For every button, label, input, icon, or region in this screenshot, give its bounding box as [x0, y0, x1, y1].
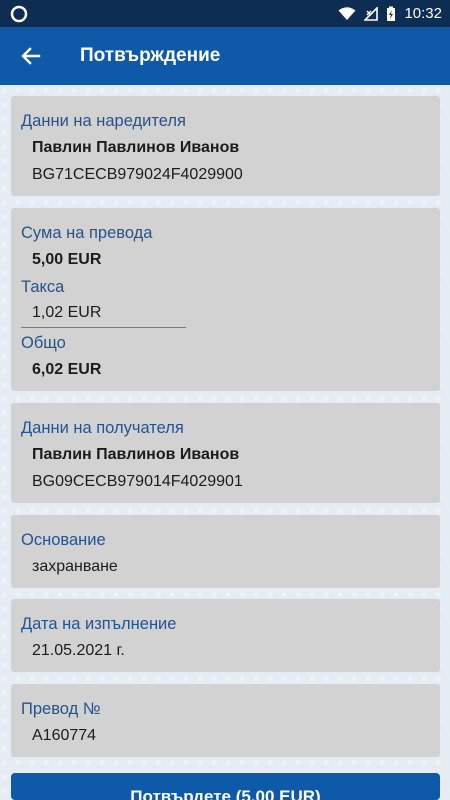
transfer-no-value: A160774 [32, 727, 97, 744]
recipient-iban: BG09CECB979014F4029901 [32, 473, 243, 490]
circle-notification-icon [10, 5, 28, 22]
fee-value: 1,02 EUR [32, 304, 102, 321]
total-label: Общо [21, 334, 66, 352]
transfer-no-label: Превод № [21, 700, 101, 718]
execution-date-label: Дата на изпълнение [21, 615, 177, 633]
reason-label: Основание [21, 531, 106, 549]
payer-card: Данни на наредителя Павлин Павлинов Иван… [11, 96, 440, 196]
back-button[interactable] [0, 27, 62, 85]
reason-value: захранване [32, 558, 118, 575]
fee-label: Такса [21, 278, 65, 296]
status-bar: 10:32 [0, 0, 450, 27]
amount-label: Сума на превода [21, 224, 153, 242]
execution-date-value: 21.05.2021 г. [32, 642, 125, 659]
execution-date-card: Дата на изпълнение 21.05.2021 г. [11, 599, 440, 672]
amounts-card: Сума на превода 5,00 EUR Такса 1,02 EUR … [11, 208, 440, 391]
transfer-no-card: Превод № A160774 [11, 684, 440, 757]
recipient-card: Данни на получателя Павлин Павлинов Иван… [11, 403, 440, 503]
page-title: Потвърждение [80, 45, 221, 66]
payer-name: Павлин Павлинов Иванов [32, 139, 240, 156]
arrow-back-icon [21, 47, 41, 65]
recipient-label: Данни на получателя [21, 419, 184, 437]
amount-value: 5,00 EUR [32, 251, 102, 268]
recipient-name: Павлин Павлинов Иванов [32, 446, 240, 463]
fee-underline [21, 327, 186, 328]
no-signal-icon [364, 6, 379, 21]
total-value: 6,02 EUR [32, 361, 102, 378]
confirm-button[interactable]: Потвърдете (5,00 EUR) [11, 773, 440, 800]
wifi-icon [338, 6, 356, 20]
reason-card: Основание захранване [11, 515, 440, 588]
status-time: 10:32 [404, 5, 442, 22]
battery-charging-icon [387, 6, 396, 21]
app-bar: Потвърждение [0, 27, 450, 85]
payer-iban: BG71CECB979024F4029900 [32, 166, 243, 183]
payer-label: Данни на наредителя [21, 112, 186, 130]
